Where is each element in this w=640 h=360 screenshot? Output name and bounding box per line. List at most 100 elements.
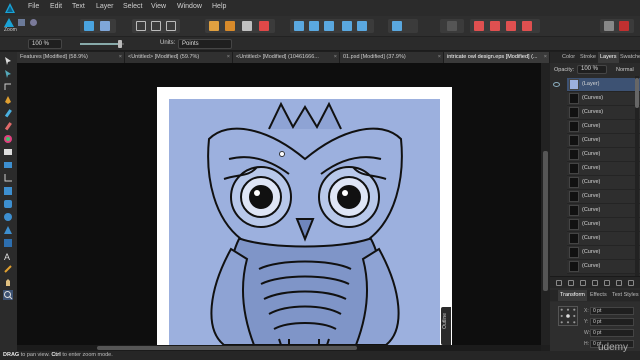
w-field[interactable]: 0 pt (590, 329, 634, 337)
layer-row[interactable]: (Curve) (567, 260, 640, 274)
opacity-field[interactable]: 100 % (577, 65, 607, 74)
layers-scrollbar-thumb[interactable] (635, 78, 639, 108)
view-mode-icon[interactable] (136, 21, 146, 31)
document-setup-icon[interactable] (84, 21, 94, 31)
layers-scrollbar[interactable] (635, 76, 639, 276)
menu-layer[interactable]: Layer (96, 3, 114, 10)
zoom-tool-icon[interactable] (3, 290, 13, 300)
ellipse-tool-icon[interactable] (3, 212, 13, 222)
transparency-tool-icon[interactable] (3, 147, 13, 157)
menu-text[interactable]: Text (72, 3, 85, 10)
outline-panel-toggle[interactable]: Outline (441, 307, 451, 345)
layer-row[interactable]: (Curve) (567, 134, 640, 148)
x-field[interactable]: 0 pt (590, 307, 634, 315)
place-image-tool-icon[interactable] (3, 160, 13, 170)
document-page[interactable] (157, 87, 452, 345)
vertical-scrollbar-thumb[interactable] (543, 151, 548, 291)
zoom-slider[interactable] (80, 40, 124, 48)
crop-tool-icon[interactable] (3, 173, 13, 183)
tab-layers[interactable]: Layers (598, 52, 619, 63)
move-tool-icon[interactable] (3, 56, 13, 66)
layer-row[interactable]: (Curves) (567, 92, 640, 106)
menu-window[interactable]: Window (177, 3, 202, 10)
layer-row[interactable]: (Curves) (567, 106, 640, 120)
tab-intricate-owl-design[interactable]: intricate owl design.eps [Modified] (...… (444, 52, 550, 63)
canvas-area[interactable]: Outline (17, 63, 541, 345)
layer-row[interactable]: (Curve) (567, 190, 640, 204)
eye-icon[interactable] (553, 82, 560, 87)
color-picker-icon[interactable] (604, 21, 614, 31)
zoom-level-field[interactable]: 100 % (28, 39, 62, 49)
anchor-selector[interactable] (558, 306, 578, 326)
menu-view[interactable]: View (151, 3, 166, 10)
snapping-options-icon[interactable] (259, 21, 269, 31)
close-icon[interactable]: × (119, 52, 122, 63)
add-icon[interactable] (474, 21, 484, 31)
mask-icon[interactable] (580, 280, 586, 286)
view-tool-icon[interactable] (3, 277, 13, 287)
layer-row[interactable]: (Curve) (567, 204, 640, 218)
rounded-rectangle-tool-icon[interactable] (3, 199, 13, 209)
flip-icon[interactable] (357, 21, 367, 31)
export-persona-icon[interactable] (29, 18, 38, 27)
close-icon[interactable]: × (227, 52, 230, 63)
tab-color[interactable]: Color (560, 52, 577, 63)
tab-transform[interactable]: Transform (558, 290, 587, 301)
menu-select[interactable]: Select (123, 3, 142, 10)
pencil-tool-icon[interactable] (3, 108, 13, 118)
blend-mode-dropdown[interactable]: Normal (616, 67, 634, 73)
add-layer-icon[interactable] (556, 280, 562, 286)
pixel-view-icon[interactable] (151, 21, 161, 31)
menu-help[interactable]: Help (212, 3, 226, 10)
menu-edit[interactable]: Edit (50, 3, 62, 10)
shape-tool-icon[interactable] (3, 238, 13, 248)
adjustment-icon[interactable] (592, 280, 598, 286)
close-icon[interactable]: × (334, 52, 337, 63)
align-icon[interactable] (342, 21, 352, 31)
geometry-icon[interactable] (447, 21, 457, 31)
retina-view-icon[interactable] (166, 21, 176, 31)
layer-row[interactable]: (Curve) (567, 120, 640, 134)
subtract-icon[interactable] (490, 21, 500, 31)
move-back-icon[interactable] (294, 21, 304, 31)
tab-untitled-2[interactable]: <Untitled> [Modified] (10461666... × (233, 52, 340, 63)
snapping-icon[interactable] (242, 21, 252, 31)
close-icon[interactable]: × (544, 52, 547, 63)
units-dropdown[interactable]: Points (178, 39, 232, 49)
group-icon[interactable] (604, 280, 610, 286)
layer-row[interactable]: (Curve) (567, 246, 640, 260)
rectangle-tool-icon[interactable] (3, 186, 13, 196)
intersect-icon[interactable] (506, 21, 516, 31)
tab-stroke[interactable]: Stroke (578, 52, 598, 63)
vertical-scrollbar[interactable] (541, 63, 550, 345)
stroke-color-icon[interactable] (619, 21, 629, 31)
divide-icon[interactable] (522, 21, 532, 31)
tab-features[interactable]: Features [Modified] (58.9%) × (17, 52, 125, 63)
corner-tool-icon[interactable] (3, 82, 13, 92)
distribute-icon[interactable] (392, 21, 402, 31)
tab-text-styles[interactable]: Text Styles (610, 290, 640, 301)
layer-row[interactable]: (Curve) (567, 218, 640, 232)
y-field[interactable]: 0 pt (590, 318, 634, 326)
fill-tool-icon[interactable] (3, 134, 13, 144)
color-picker-tool-icon[interactable] (3, 264, 13, 274)
zoom-slider-knob[interactable] (118, 40, 122, 48)
tab-01-psd[interactable]: 01.psd [Modified] (37.9%) × (340, 52, 444, 63)
pen-tool-icon[interactable] (3, 95, 13, 105)
layer-row[interactable]: (Curve) (567, 148, 640, 162)
layer-row[interactable]: (Curve) (567, 232, 640, 246)
insert-front-icon[interactable] (225, 21, 235, 31)
vector-brush-tool-icon[interactable] (3, 121, 13, 131)
settings-icon[interactable] (616, 280, 622, 286)
artistic-text-tool-icon[interactable]: A (3, 251, 13, 261)
owl-artwork[interactable] (169, 99, 440, 345)
layer-row[interactable]: (Layer) (567, 78, 640, 92)
tab-untitled-1[interactable]: <Untitled> [Modified] (59.7%) × (125, 52, 233, 63)
menu-file[interactable]: File (28, 3, 39, 10)
horizontal-scrollbar-thumb[interactable] (97, 346, 357, 350)
close-icon[interactable]: × (438, 52, 441, 63)
node-tool-icon[interactable] (3, 69, 13, 79)
insert-inside-icon[interactable] (209, 21, 219, 31)
layer-row[interactable]: (Curve) (567, 162, 640, 176)
pixel-persona-icon[interactable] (17, 18, 26, 27)
